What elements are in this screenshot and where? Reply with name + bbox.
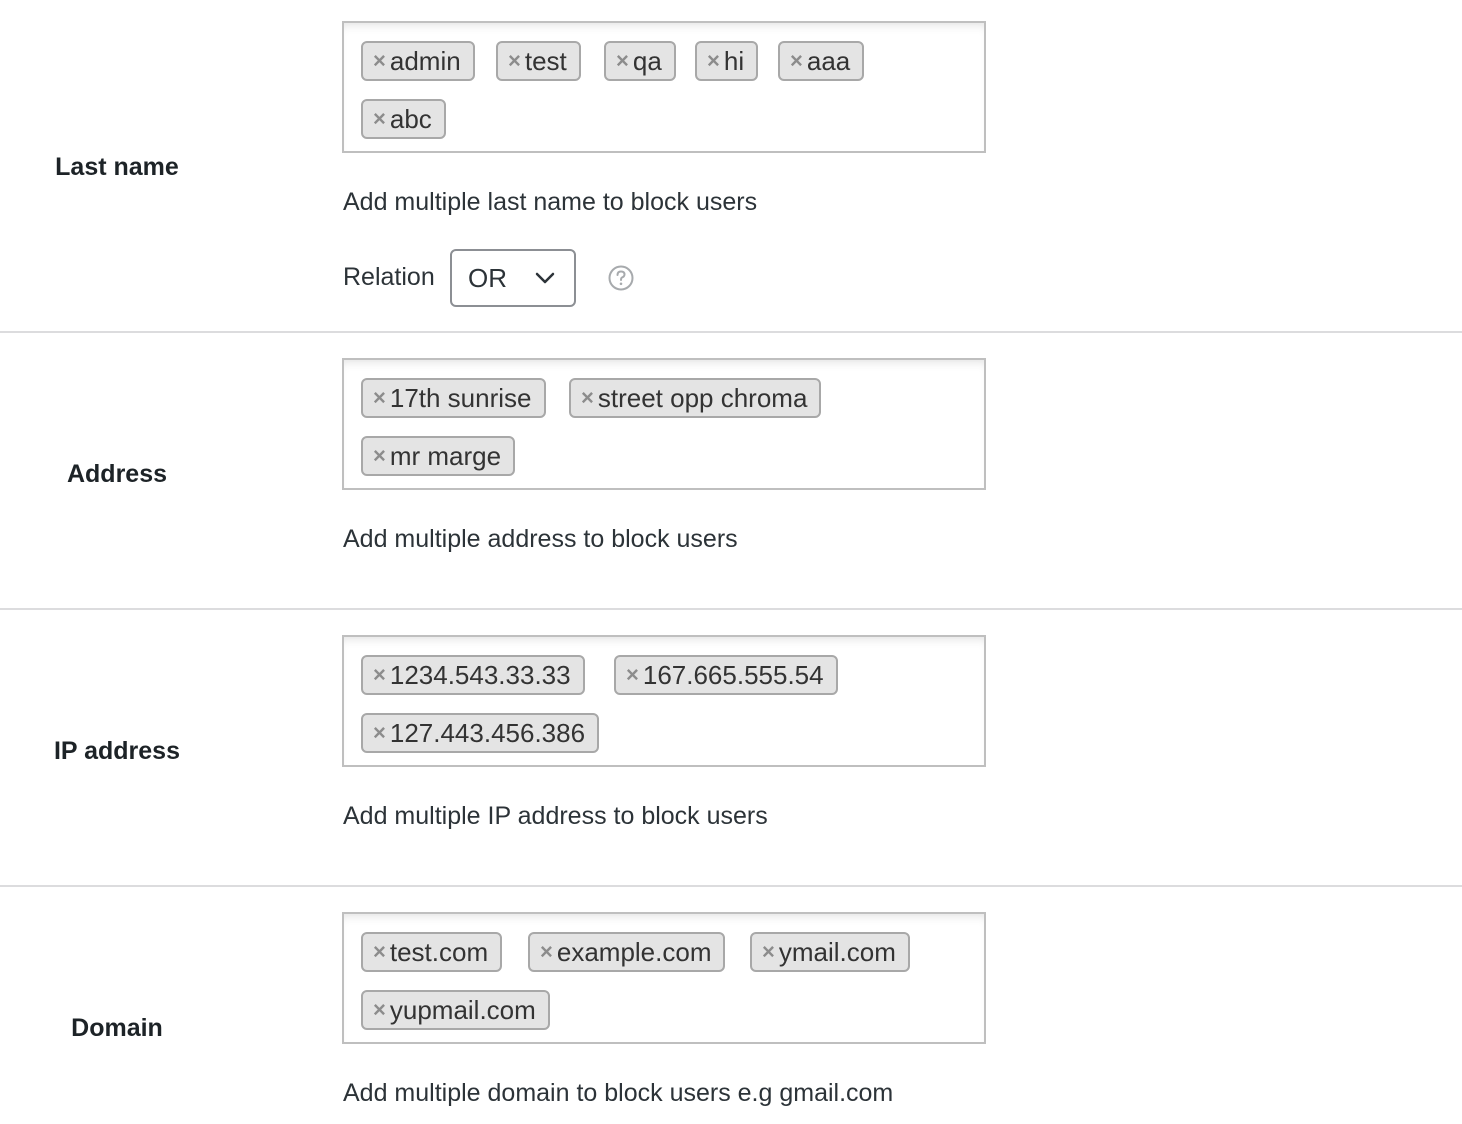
tag-chip: × ymail.com <box>750 932 910 972</box>
close-icon[interactable]: × <box>508 50 521 72</box>
domain-tag-input[interactable]: × test.com × example.com × ymail.com × y… <box>342 912 986 1044</box>
close-icon[interactable]: × <box>373 387 386 409</box>
close-icon[interactable]: × <box>707 50 720 72</box>
close-icon[interactable]: × <box>373 108 386 130</box>
tag-chip: × admin <box>361 41 475 81</box>
tag-label: street opp chroma <box>597 382 808 413</box>
ip-address-description: Add multiple IP address to block users <box>343 802 768 830</box>
tag-label: 17th sunrise <box>389 382 532 413</box>
section-divider <box>0 885 1462 887</box>
chevron-down-icon <box>535 272 555 284</box>
tag-label: test.com <box>389 936 489 967</box>
tag-label: ymail.com <box>778 936 896 967</box>
close-icon[interactable]: × <box>581 387 594 409</box>
domain-description: Add multiple domain to block users e.g g… <box>343 1079 894 1107</box>
tag-label: hi <box>723 45 745 76</box>
tag-label: yupmail.com <box>389 994 536 1025</box>
close-icon[interactable]: × <box>762 941 775 963</box>
close-icon[interactable]: × <box>373 50 386 72</box>
tag-chip: × mr marge <box>361 436 516 476</box>
question-circle-icon[interactable] <box>608 265 634 291</box>
tag-label: abc <box>389 103 432 134</box>
domain-label: Domain <box>71 1014 163 1042</box>
tag-label: 1234.543.33.33 <box>389 659 571 690</box>
address-tag-input[interactable]: × 17th sunrise × street opp chroma × mr … <box>342 358 986 490</box>
tag-label: admin <box>389 45 461 76</box>
close-icon[interactable]: × <box>373 445 386 467</box>
relation-label: Relation <box>343 263 435 291</box>
address-label: Address <box>66 460 168 488</box>
tag-chip: × aaa <box>778 41 865 81</box>
close-icon[interactable]: × <box>373 999 386 1021</box>
section-divider <box>0 608 1462 610</box>
tag-label: example.com <box>556 936 712 967</box>
tag-label: 167.665.555.54 <box>642 659 824 690</box>
address-description: Add multiple address to block users <box>343 525 738 553</box>
tag-chip: × example.com <box>528 932 726 972</box>
section-divider <box>0 331 1462 333</box>
close-icon[interactable]: × <box>373 941 386 963</box>
tag-chip: × abc <box>361 99 446 139</box>
ip-address-label: IP address <box>53 737 180 765</box>
tag-chip: × 1234.543.33.33 <box>361 655 585 695</box>
relation-select[interactable]: OR <box>450 249 576 307</box>
close-icon[interactable]: × <box>373 722 386 744</box>
close-icon[interactable]: × <box>540 941 553 963</box>
tag-chip: × 167.665.555.54 <box>614 655 838 695</box>
close-icon[interactable]: × <box>373 664 386 686</box>
tag-label: 127.443.456.386 <box>389 717 586 748</box>
close-icon[interactable]: × <box>616 50 629 72</box>
tag-label: mr marge <box>389 440 502 471</box>
last-name-description: Add multiple last name to block users <box>343 188 758 216</box>
close-icon[interactable]: × <box>790 50 803 72</box>
tag-chip: × hi <box>695 41 759 81</box>
ip-address-tag-input[interactable]: × 1234.543.33.33 × 167.665.555.54 × 127.… <box>342 635 986 767</box>
tag-chip: × test.com <box>361 932 503 972</box>
tag-chip: × 17th sunrise <box>361 378 546 418</box>
tag-chip: × qa <box>604 41 676 81</box>
tag-chip: × yupmail.com <box>361 990 550 1030</box>
tag-label: qa <box>632 45 662 76</box>
tag-label: test <box>524 45 567 76</box>
tag-chip: × street opp chroma <box>569 378 822 418</box>
relation-value: OR <box>468 262 507 293</box>
tag-chip: × 127.443.456.386 <box>361 713 600 753</box>
tag-chip: × test <box>496 41 581 81</box>
last-name-label: Last name <box>55 153 179 181</box>
last-name-tag-input[interactable]: × admin × test × qa × hi × aaa × abc <box>342 21 986 153</box>
tag-label: aaa <box>806 45 851 76</box>
close-icon[interactable]: × <box>626 664 639 686</box>
